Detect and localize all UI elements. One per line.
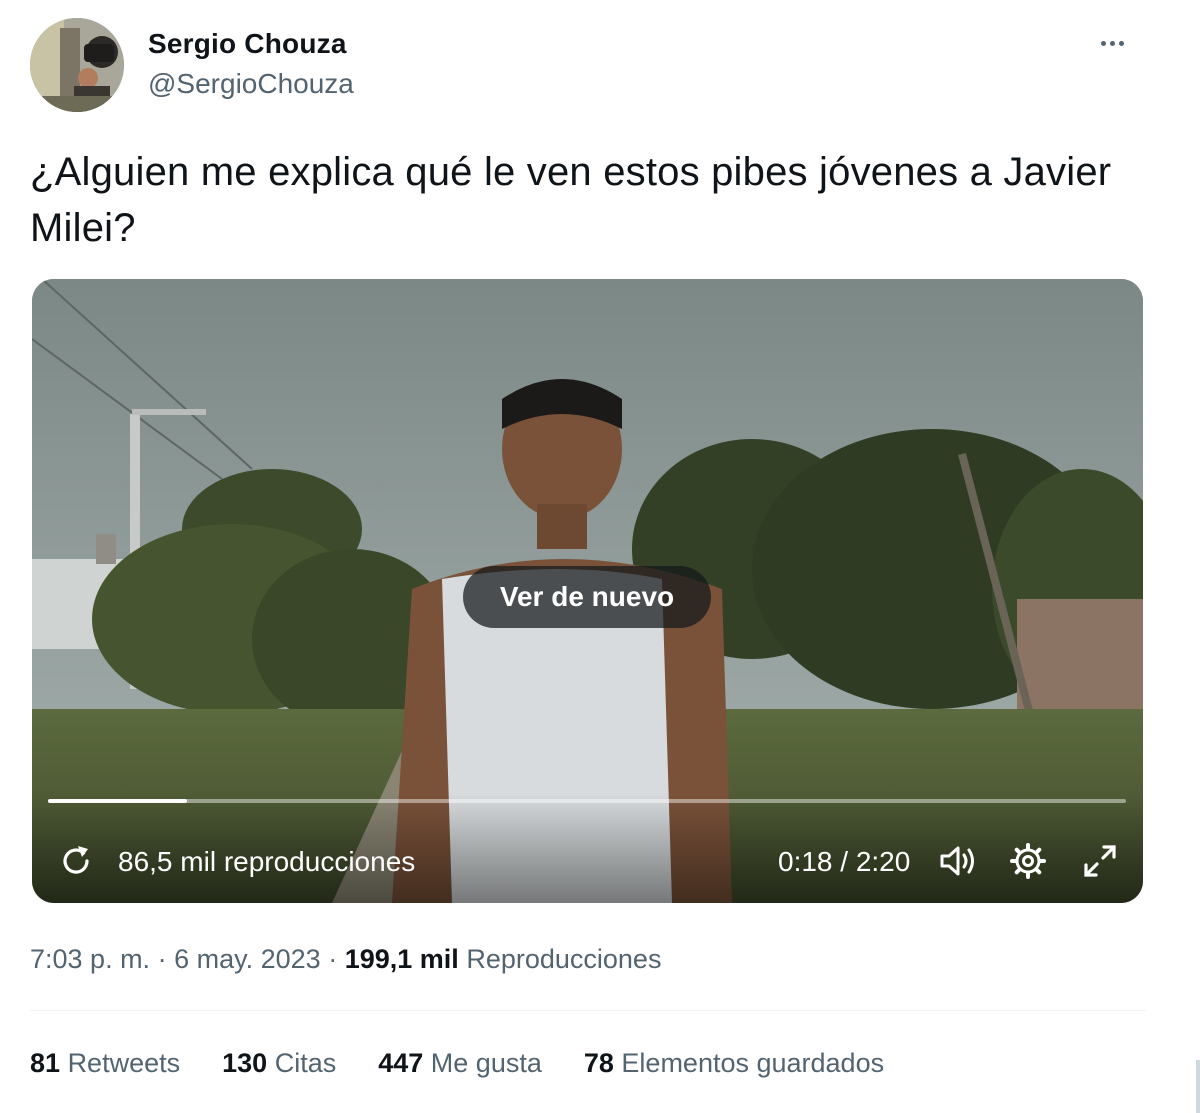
stat-count: 78 — [583, 1048, 614, 1078]
scrollbar[interactable] — [1196, 1060, 1200, 1113]
views-count: 199,1 mil — [344, 944, 459, 974]
video-time: 0:18 / 2:20 — [778, 846, 911, 877]
more-dot — [1100, 40, 1106, 46]
tweet: Sergio Chouza @SergioChouza ¿Alguien me … — [0, 0, 1200, 1113]
stat-label: Me gusta — [430, 1048, 542, 1078]
more-dot — [1109, 40, 1115, 46]
stat-label: Citas — [274, 1048, 337, 1078]
tweet-date[interactable]: 6 may. 2023 — [174, 944, 321, 974]
replay-button[interactable]: Ver de nuevo — [463, 566, 711, 628]
stat-count: 130 — [222, 1048, 268, 1078]
tweet-text: ¿Alguien me explica qué le ven estos pib… — [30, 150, 1112, 250]
meta-separator: · — [328, 944, 338, 974]
replay-icon[interactable] — [56, 841, 96, 881]
author-names: Sergio Chouza @SergioChouza — [148, 26, 354, 102]
volume-icon[interactable] — [936, 841, 980, 881]
meta-separator: · — [157, 944, 167, 974]
stat-quotes[interactable]: 130 Citas — [222, 1046, 336, 1080]
stat-bookmarks[interactable]: 78 Elementos guardados — [584, 1046, 884, 1080]
avatar[interactable] — [30, 18, 124, 112]
tweet-header: Sergio Chouza @SergioChouza — [30, 18, 1150, 114]
engagement-stats: 81 Retweets 130 Citas 447 Me gusta 78 El… — [30, 1046, 926, 1080]
more-options-icon[interactable] — [1092, 28, 1132, 58]
stat-label: Elementos guardados — [621, 1048, 885, 1078]
more-dot — [1118, 40, 1124, 46]
stat-count: 81 — [30, 1048, 61, 1078]
user-handle[interactable]: @SergioChouza — [148, 66, 354, 102]
divider — [30, 1010, 1146, 1011]
stat-count: 447 — [378, 1048, 424, 1078]
stat-likes[interactable]: 447 Me gusta — [378, 1046, 542, 1080]
video-views: 86,5 mil reproducciones — [118, 846, 416, 877]
avatar-photo — [30, 18, 124, 112]
progress-bar[interactable] — [48, 799, 1126, 803]
stat-retweets[interactable]: 81 Retweets — [30, 1046, 180, 1080]
stat-label: Retweets — [67, 1048, 181, 1078]
tweet-time[interactable]: 7:03 p. m. — [30, 944, 150, 974]
fullscreen-icon[interactable] — [1080, 841, 1120, 881]
progress-fill — [48, 799, 188, 803]
views-label: Reproducciones — [466, 944, 662, 974]
tweet-meta: 7:03 p. m. · 6 may. 2023 · 199,1 mil Rep… — [30, 942, 661, 976]
gear-icon[interactable] — [1008, 841, 1048, 881]
display-name[interactable]: Sergio Chouza — [148, 26, 354, 62]
video-player[interactable]: Ver de nuevo 86,5 mil reproducciones 0:1… — [32, 279, 1143, 903]
